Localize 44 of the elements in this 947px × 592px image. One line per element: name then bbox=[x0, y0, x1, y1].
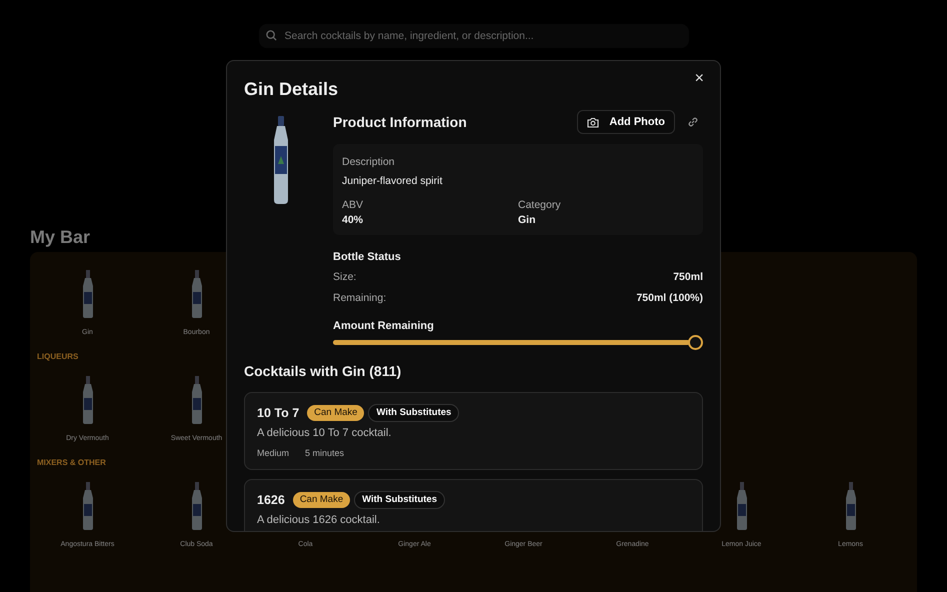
bottle-icon bbox=[190, 376, 204, 424]
cocktail-description: A delicious 10 To 7 cocktail. bbox=[257, 427, 392, 439]
slider-label: Amount Remaining bbox=[333, 320, 434, 332]
bottle-icon bbox=[80, 270, 94, 318]
cocktail-name: 1626 bbox=[257, 492, 285, 508]
dialog-title: Gin Details bbox=[244, 78, 340, 100]
status-value: 750ml (100%) bbox=[636, 291, 703, 305]
bottle-icon bbox=[190, 270, 204, 318]
status-tag: Can Make bbox=[292, 492, 350, 508]
slider-thumb[interactable] bbox=[688, 335, 703, 350]
field-value: 40% bbox=[342, 214, 364, 226]
field-value: Juniper-flavored spirit bbox=[342, 175, 442, 187]
bottle-icon bbox=[190, 482, 204, 530]
field-label: Description bbox=[342, 156, 395, 168]
section-heading: Product Information bbox=[333, 113, 467, 131]
bottle-icon bbox=[80, 376, 94, 424]
cocktail-card[interactable]: 1626 Can Make With Substitutes A delicious 1626 cocktail. bbox=[244, 479, 703, 531]
cocktail-name: 10 To 7 bbox=[257, 405, 300, 421]
cocktail-card[interactable]: 10 To 7 Can Make With Substitutes A delicious 10 To 7 cocktail. Medium 5 minutes bbox=[244, 392, 703, 470]
cocktail-meta: Medium bbox=[257, 447, 290, 460]
bottle-icon bbox=[80, 482, 94, 530]
section-heading: LIQUEURS bbox=[37, 351, 78, 363]
substitutes-tag: With Substitutes bbox=[354, 491, 445, 509]
cocktail-description: A delicious 1626 cocktail. bbox=[257, 514, 380, 526]
camera-icon bbox=[587, 116, 600, 128]
field-label: Category bbox=[518, 199, 561, 211]
status-label: Size: bbox=[333, 270, 356, 284]
status-tag: Can Make bbox=[307, 405, 364, 421]
page-title: My Bar bbox=[30, 226, 90, 249]
status-label: Remaining: bbox=[333, 291, 386, 305]
cocktail-meta: 5 minutes bbox=[305, 447, 344, 460]
section-heading: MIXERS & OTHER bbox=[37, 457, 106, 469]
close-button[interactable]: × bbox=[688, 69, 710, 89]
substitutes-tag: With Substitutes bbox=[368, 404, 460, 422]
field-value: Gin bbox=[518, 214, 536, 226]
status-value: 750ml bbox=[673, 270, 703, 284]
field-label: ABV bbox=[342, 199, 364, 211]
bottle-icon bbox=[844, 482, 858, 530]
section-heading: Bottle Status bbox=[333, 251, 401, 263]
search-field[interactable]: Search cocktails by name, ingredient, or description... bbox=[258, 24, 688, 48]
amount-slider[interactable] bbox=[333, 335, 703, 350]
add-photo-button[interactable]: Add Photo bbox=[577, 110, 675, 134]
section-heading: Cocktails with Gin (811) bbox=[244, 363, 402, 379]
bottle-icon bbox=[734, 482, 748, 530]
